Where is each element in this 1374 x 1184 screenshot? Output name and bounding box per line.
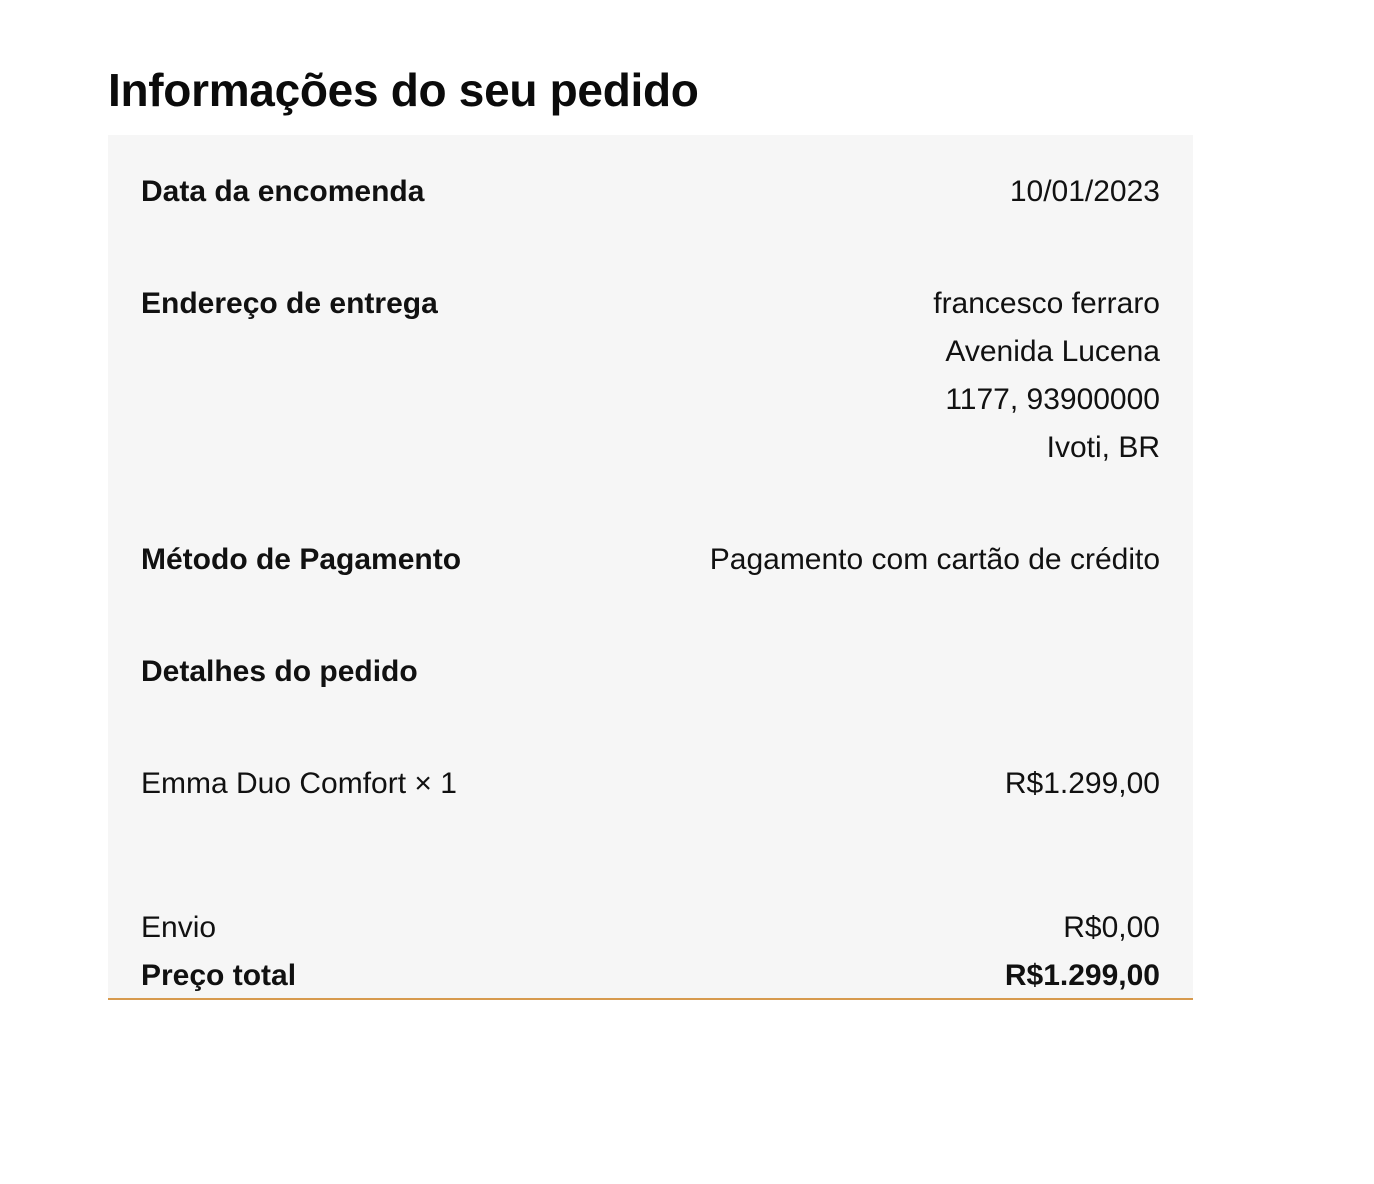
line-item-price: R$1.299,00	[1004, 767, 1160, 800]
order-details-heading: Detalhes do pedido	[141, 655, 418, 688]
payment-method-row: Método de Pagamento Pagamento com cartão…	[141, 536, 1160, 584]
order-date-label: Data da encomenda	[141, 175, 425, 208]
delivery-address-row: Endereço de entrega francesco ferraro Av…	[141, 280, 1160, 472]
shipping-row: Envio R$0,00	[141, 904, 1160, 952]
total-price-label: Preço total	[141, 959, 297, 992]
shipping-label: Envio	[141, 911, 217, 944]
line-item-name: Emma Duo Comfort × 1	[141, 767, 457, 800]
address-line: francesco ferraro	[933, 287, 1160, 320]
delivery-address-label: Endereço de entrega	[141, 287, 438, 320]
payment-method-value: Pagamento com cartão de crédito	[709, 543, 1160, 576]
shipping-value: R$0,00	[1063, 911, 1160, 944]
order-info-page: Informações do seu pedido Data da encome…	[0, 0, 1374, 1184]
order-date-value: 10/01/2023	[1009, 175, 1160, 208]
total-price-value: R$1.299,00	[1004, 959, 1160, 992]
delivery-address-value: francesco ferraro Avenida Lucena 1177, 9…	[933, 280, 1160, 472]
order-details-row: Detalhes do pedido	[141, 648, 1160, 696]
order-date-row: Data da encomenda 10/01/2023	[141, 168, 1160, 216]
total-price-row: Preço total R$1.299,00	[141, 952, 1160, 1000]
address-line: Ivoti, BR	[1046, 431, 1160, 464]
order-info-panel: Data da encomenda 10/01/2023 Endereço de…	[108, 135, 1193, 1000]
page-title: Informações do seu pedido	[108, 64, 699, 116]
address-line: 1177, 93900000	[945, 383, 1160, 416]
address-line: Avenida Lucena	[945, 335, 1160, 368]
payment-method-label: Método de Pagamento	[141, 543, 462, 576]
line-item-row: Emma Duo Comfort × 1 R$1.299,00	[141, 760, 1160, 808]
